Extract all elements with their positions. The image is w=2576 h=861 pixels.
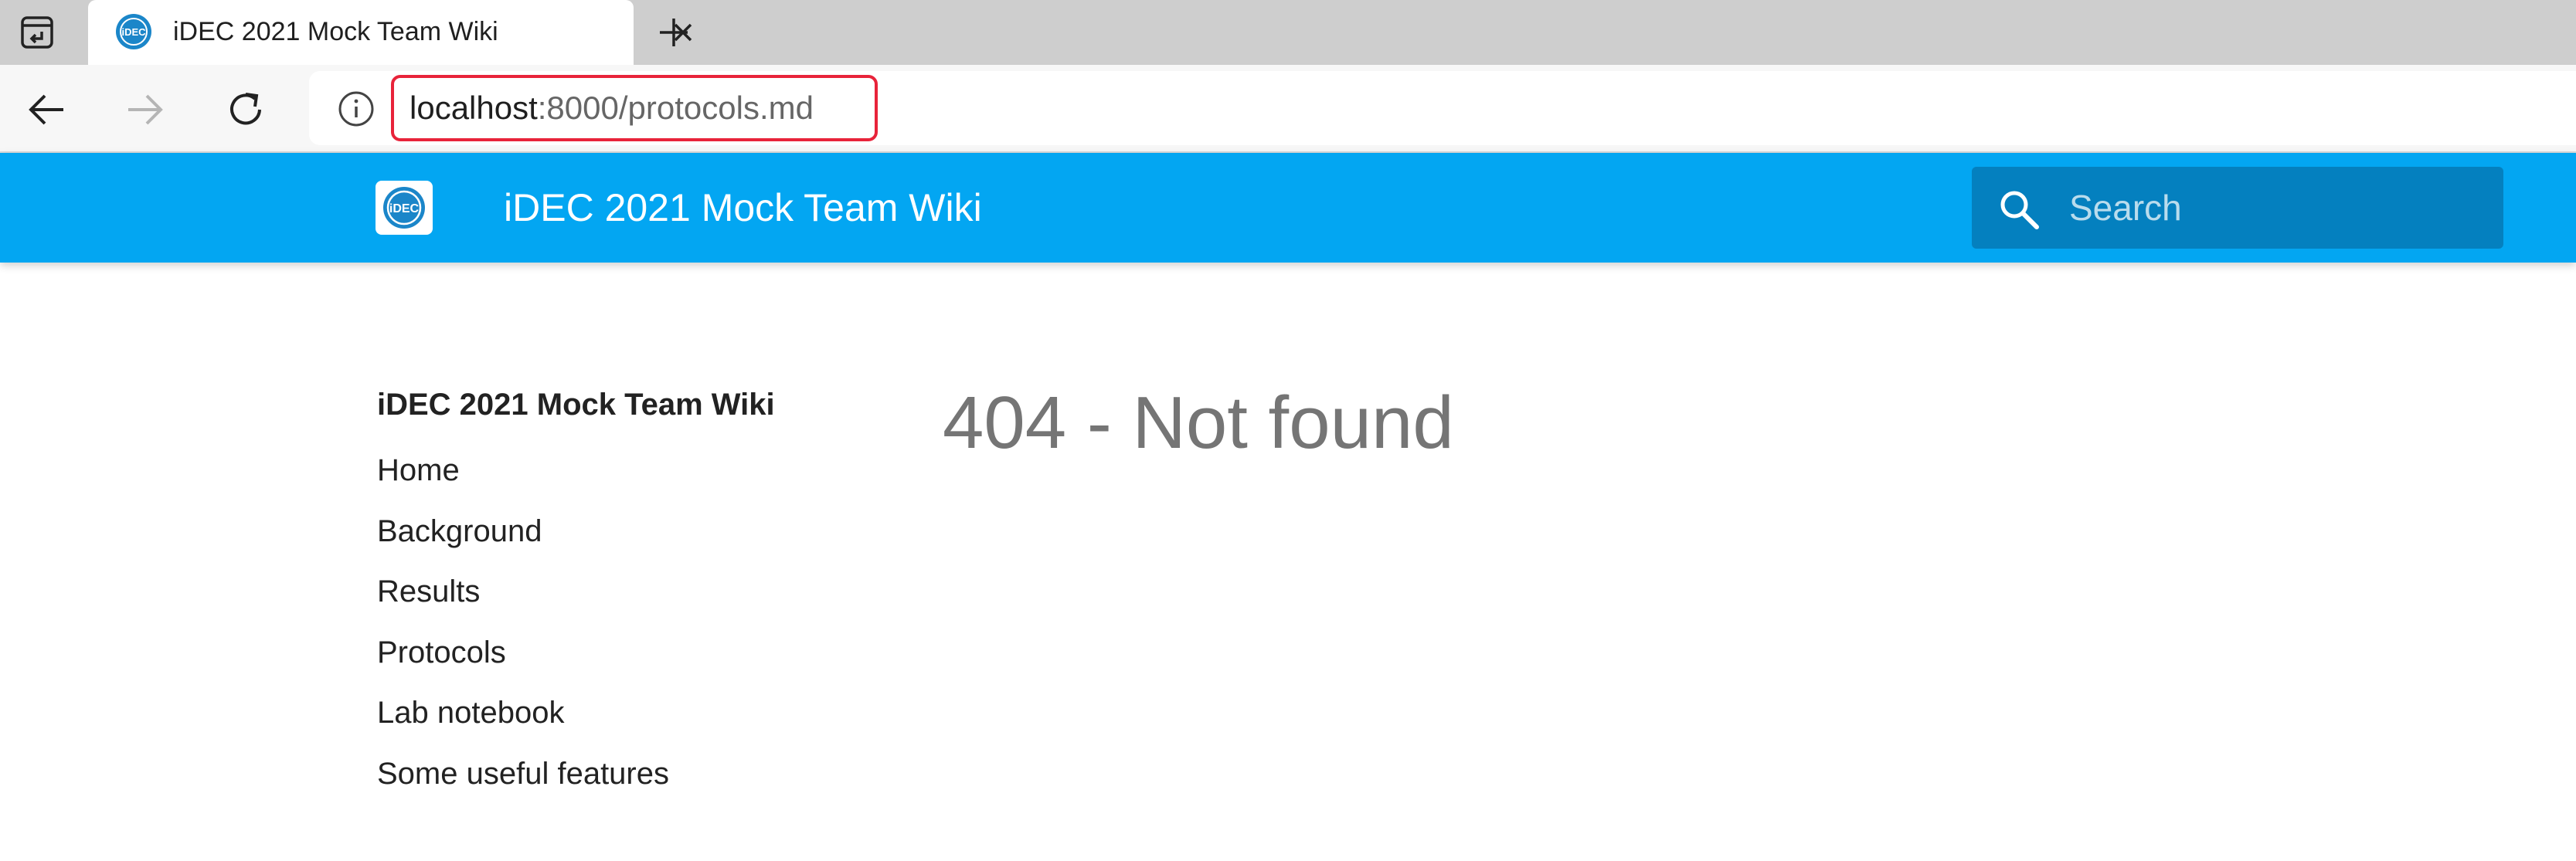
- svg-text:iDEC: iDEC: [389, 202, 420, 215]
- site-header: iDEC iDEC 2021 Mock Team Wiki: [0, 153, 2576, 263]
- info-icon[interactable]: [337, 90, 376, 128]
- search-icon: [2000, 191, 2039, 229]
- back-arrow-icon[interactable]: [22, 85, 71, 134]
- search-input[interactable]: [2068, 178, 2485, 238]
- forward-arrow-icon[interactable]: [121, 85, 170, 134]
- sidebar-item-background[interactable]: Background: [377, 501, 841, 562]
- site-title[interactable]: iDEC 2021 Mock Team Wiki: [504, 184, 982, 232]
- tab-title: iDEC 2021 Mock Team Wiki: [173, 17, 498, 46]
- sidebar-item-lab-notebook[interactable]: Lab notebook: [377, 683, 841, 744]
- tab-actions-icon: [21, 16, 53, 49]
- url-text[interactable]: localhost:8000/protocols.md: [391, 75, 878, 141]
- sidebar-item-protocols[interactable]: Protocols: [377, 622, 841, 683]
- logo-icon: iDEC: [383, 187, 425, 229]
- browser-tab-active[interactable]: iDEC iDEC 2021 Mock Team Wiki: [88, 0, 692, 65]
- browser-tab-strip: iDEC iDEC 2021 Mock Team Wiki: [0, 0, 2576, 65]
- reload-icon[interactable]: [221, 85, 270, 134]
- sidebar-item-home[interactable]: Home: [377, 440, 841, 501]
- site-favicon-icon: iDEC: [116, 14, 151, 49]
- page-title: 404 - Not found: [943, 381, 1454, 464]
- site-logo[interactable]: iDEC: [376, 181, 433, 235]
- address-bar[interactable]: localhost:8000/protocols.md: [309, 71, 2576, 145]
- plus-icon[interactable]: [651, 9, 697, 56]
- tab-actions-button[interactable]: [0, 0, 74, 65]
- sidebar-nav: iDEC 2021 Mock Team Wiki Home Background…: [377, 380, 841, 804]
- sidebar-title: iDEC 2021 Mock Team Wiki: [377, 388, 775, 422]
- url-host: localhost: [410, 90, 538, 126]
- url-path: :8000/protocols.md: [537, 90, 814, 126]
- sidebar-item-useful-features[interactable]: Some useful features: [377, 744, 841, 805]
- search-box[interactable]: [1972, 167, 2503, 249]
- sidebar-item-results[interactable]: Results: [377, 561, 841, 622]
- sidebar-list: Home Background Results Protocols Lab no…: [377, 440, 841, 804]
- browser-toolbar: localhost:8000/protocols.md: [0, 65, 2576, 153]
- svg-text:iDEC: iDEC: [121, 26, 146, 38]
